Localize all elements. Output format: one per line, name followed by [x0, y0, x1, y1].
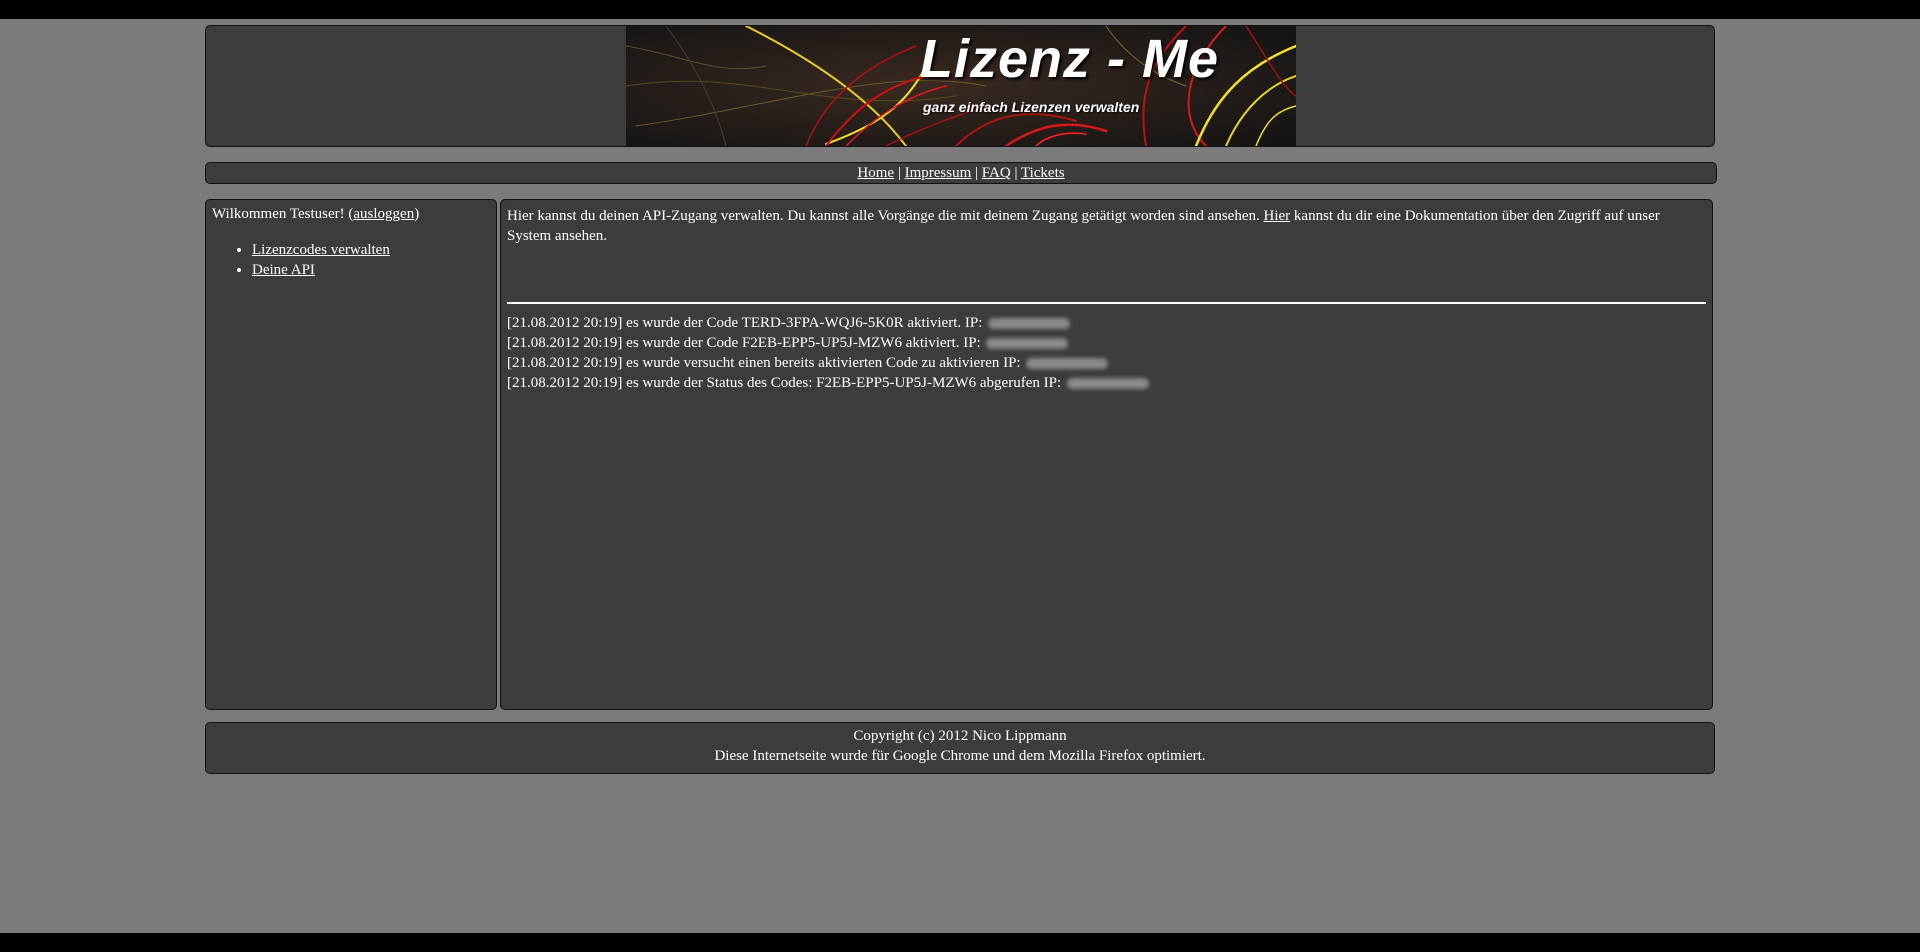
nav-separator: | — [897, 165, 901, 181]
log-entry: [21.08.2012 20:19] es wurde der Code TER… — [507, 313, 1706, 333]
nav-link-impressum[interactable]: Impressum — [905, 165, 972, 181]
banner-subtitle: ganz einfach Lizenzen verwalten — [923, 99, 1140, 115]
logout-link[interactable]: ausloggen — [353, 206, 414, 222]
redacted-ip — [988, 318, 1071, 330]
nav-link-home[interactable]: Home — [857, 165, 894, 181]
content-divider — [507, 302, 1706, 304]
copyright-text: Copyright (c) 2012 Nico Lippmann — [853, 728, 1067, 744]
redacted-ip — [986, 338, 1069, 350]
browser-note: Diese Internetseite wurde für Google Chr… — [714, 748, 1206, 764]
log-entry: [21.08.2012 20:19] es wurde versucht ein… — [507, 353, 1706, 373]
log-entry: [21.08.2012 20:19] es wurde der Code F2E… — [507, 333, 1706, 353]
log-entry: [21.08.2012 20:19] es wurde der Status d… — [507, 373, 1706, 393]
redacted-ip — [1026, 358, 1109, 370]
sidebar: Wilkommen Testuser! (ausloggen) Lizenzco… — [205, 199, 497, 710]
intro-text: Hier kannst du deinen API-Zugang verwalt… — [507, 208, 1264, 224]
site-footer: Copyright (c) 2012 Nico Lippmann Diese I… — [205, 722, 1715, 774]
sidebar-menu: Lizenzcodes verwalten Deine API — [212, 240, 490, 280]
nav-link-faq[interactable]: FAQ — [982, 165, 1011, 181]
welcome-text-end: ) — [414, 206, 420, 222]
sidebar-link-license-codes[interactable]: Lizenzcodes verwalten — [252, 242, 390, 258]
log-entry-text: [21.08.2012 20:19] es wurde versucht ein… — [507, 355, 1021, 371]
redacted-ip — [1066, 378, 1149, 390]
main-content: Hier kannst du deinen API-Zugang verwalt… — [500, 199, 1713, 710]
banner-image: Lizenz - Me ganz einfach Lizenzen verwal… — [626, 26, 1296, 146]
sidebar-link-api[interactable]: Deine API — [252, 262, 315, 278]
nav-link-tickets[interactable]: Tickets — [1021, 165, 1065, 181]
log-entry-text: [21.08.2012 20:19] es wurde der Code TER… — [507, 315, 983, 331]
site-header: Lizenz - Me ganz einfach Lizenzen verwal… — [205, 25, 1715, 147]
banner-title: Lizenz - Me — [920, 29, 1220, 89]
welcome-message: Wilkommen Testuser! (ausloggen) — [212, 206, 490, 223]
nav-separator: | — [1014, 165, 1018, 181]
documentation-link[interactable]: Hier — [1264, 208, 1291, 224]
log-entry-text: [21.08.2012 20:19] es wurde der Status d… — [507, 375, 1062, 391]
main-navigation: Home | Impressum | FAQ | Tickets — [205, 162, 1717, 184]
sidebar-item: Deine API — [252, 260, 490, 280]
browser-top-bar — [0, 0, 1920, 19]
welcome-text: Wilkommen Testuser! ( — [212, 206, 354, 222]
log-entry-text: [21.08.2012 20:19] es wurde der Code F2E… — [507, 335, 981, 351]
nav-separator: | — [975, 165, 979, 181]
api-intro-text: Hier kannst du deinen API-Zugang verwalt… — [507, 206, 1706, 246]
browser-bottom-bar — [0, 933, 1920, 952]
sidebar-item: Lizenzcodes verwalten — [252, 240, 490, 260]
activity-log: [21.08.2012 20:19] es wurde der Code TER… — [507, 313, 1706, 393]
